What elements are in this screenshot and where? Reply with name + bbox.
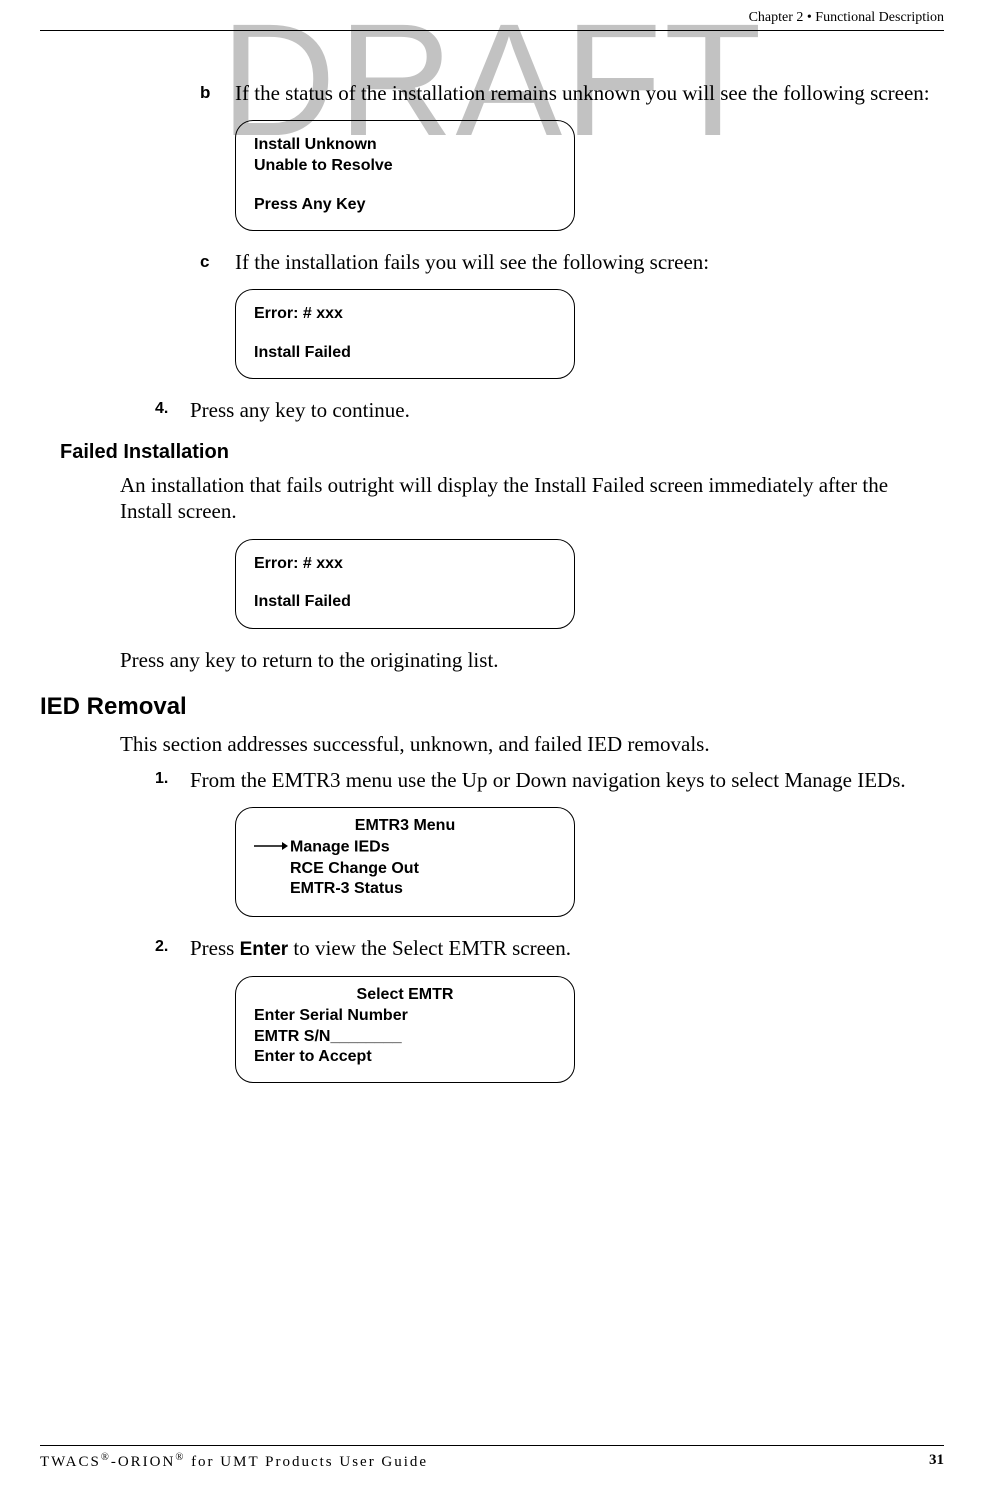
marker-step2: 2. xyxy=(155,935,190,962)
screen-install-fail-c: Error: # xxx Install Failed xyxy=(235,289,575,379)
footer: TWACS®-ORION® for UMT Products User Guid… xyxy=(40,1445,944,1471)
step2-bold: Enter xyxy=(240,939,289,960)
reg-icon: ® xyxy=(175,1452,185,1463)
lcd-line: Install Failed xyxy=(254,592,556,613)
lcd-blank xyxy=(254,177,556,195)
reg-icon: ® xyxy=(101,1452,111,1463)
screen-emtr3-menu: EMTR3 Menu Manage IEDs RCE Change Out EM… xyxy=(235,807,575,917)
lcd-line: Install Failed xyxy=(254,343,556,364)
text-4: Press any key to continue. xyxy=(190,397,410,423)
footer-left: TWACS®-ORION® for UMT Products User Guid… xyxy=(40,1452,428,1471)
lcd-blank xyxy=(254,574,556,592)
page-number: 31 xyxy=(929,1452,944,1471)
arrow-icon xyxy=(254,837,288,858)
marker-step1: 1. xyxy=(155,767,190,793)
footer-tail: for UMT Products User Guide xyxy=(185,1454,428,1470)
list-item-4: 4. Press any key to continue. xyxy=(155,397,944,423)
lcd-line: EMTR-3 Status xyxy=(254,879,556,900)
failed-return-text: Press any key to return to the originati… xyxy=(120,647,944,673)
list-item-step2: 2. Press Enter to view the Select EMTR s… xyxy=(155,935,944,962)
lcd-blank xyxy=(254,325,556,343)
list-item-step1: 1. From the EMTR3 menu use the Up or Dow… xyxy=(155,767,944,793)
lcd-line-text: Manage IEDs xyxy=(290,839,390,856)
chapter-label: Chapter 2 • Functional Description xyxy=(749,10,944,26)
lcd-line: Manage IEDs xyxy=(254,837,556,858)
marker-c: c xyxy=(200,249,235,275)
lcd-line: Error: # xxx xyxy=(254,554,556,575)
screen-install-failed: Error: # xxx Install Failed xyxy=(235,539,575,629)
heading-failed-installation: Failed Installation xyxy=(60,441,944,464)
lcd-title: EMTR3 Menu xyxy=(254,816,556,837)
marker-4: 4. xyxy=(155,397,190,423)
step2-pre: Press xyxy=(190,936,240,960)
text-step1: From the EMTR3 menu use the Up or Down n… xyxy=(190,767,906,793)
lcd-line: Enter Serial Number xyxy=(254,1006,556,1027)
lcd-line: RCE Change Out xyxy=(254,859,556,880)
screen-select-emtr: Select EMTR Enter Serial Number EMTR S/N… xyxy=(235,976,575,1083)
text-step2: Press Enter to view the Select EMTR scre… xyxy=(190,935,571,962)
lcd-line: Install Unknown xyxy=(254,135,556,156)
text-b: If the status of the installation remain… xyxy=(235,80,930,106)
marker-b: b xyxy=(200,80,235,106)
lcd-line: Press Any Key xyxy=(254,195,556,216)
lcd-title: Select EMTR xyxy=(254,985,556,1006)
step2-post: to view the Select EMTR screen. xyxy=(288,936,571,960)
lcd-line: Error: # xxx xyxy=(254,304,556,325)
heading-ied-removal: IED Removal xyxy=(40,693,944,721)
lcd-line: Enter to Accept xyxy=(254,1047,556,1068)
footer-orion: -ORION xyxy=(111,1454,176,1470)
lcd-line: Unable to Resolve xyxy=(254,156,556,177)
list-item-c: c If the installation fails you will see… xyxy=(200,249,944,275)
footer-twacs: TWACS xyxy=(40,1454,101,1470)
list-item-b: b If the status of the installation rema… xyxy=(200,80,944,106)
lcd-line: EMTR S/N________ xyxy=(254,1027,556,1048)
header-rule xyxy=(40,30,944,31)
text-c: If the installation fails you will see t… xyxy=(235,249,709,275)
ied-body: This section addresses successful, unkno… xyxy=(120,731,944,757)
failed-body: An installation that fails outright will… xyxy=(120,472,944,525)
screen-install-unknown: Install Unknown Unable to Resolve Press … xyxy=(235,120,575,230)
